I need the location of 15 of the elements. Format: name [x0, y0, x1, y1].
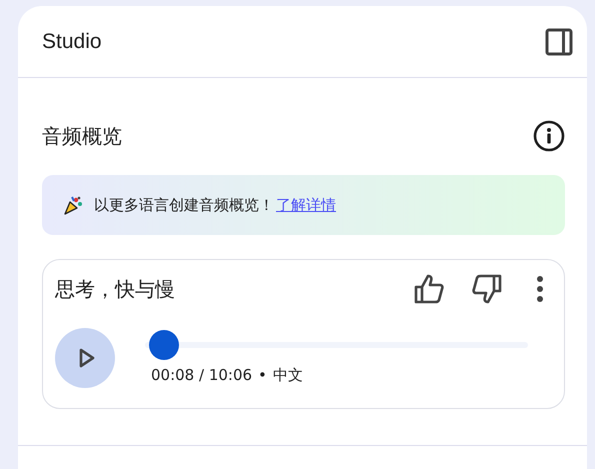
progress-thumb[interactable]	[148, 330, 179, 360]
learn-more-link[interactable]: 了解详情	[276, 196, 336, 214]
thumbs-down-icon[interactable]	[470, 272, 504, 306]
play-icon	[78, 348, 96, 368]
language-label: 中文	[272, 366, 303, 385]
panel-title: Studio	[42, 30, 102, 54]
time-label: 00:08 / 10:06	[151, 366, 252, 385]
party-popper-icon	[62, 194, 84, 216]
banner-text: 以更多语言创建音频概览！	[94, 196, 274, 214]
info-icon[interactable]	[533, 120, 565, 152]
separator-dot: •	[258, 366, 267, 385]
thumbs-up-icon[interactable]	[412, 272, 446, 306]
section-title: 音频概览	[42, 122, 122, 150]
audio-title: 思考，快与慢	[55, 276, 176, 302]
sidebar-toggle-icon[interactable]	[545, 28, 573, 56]
